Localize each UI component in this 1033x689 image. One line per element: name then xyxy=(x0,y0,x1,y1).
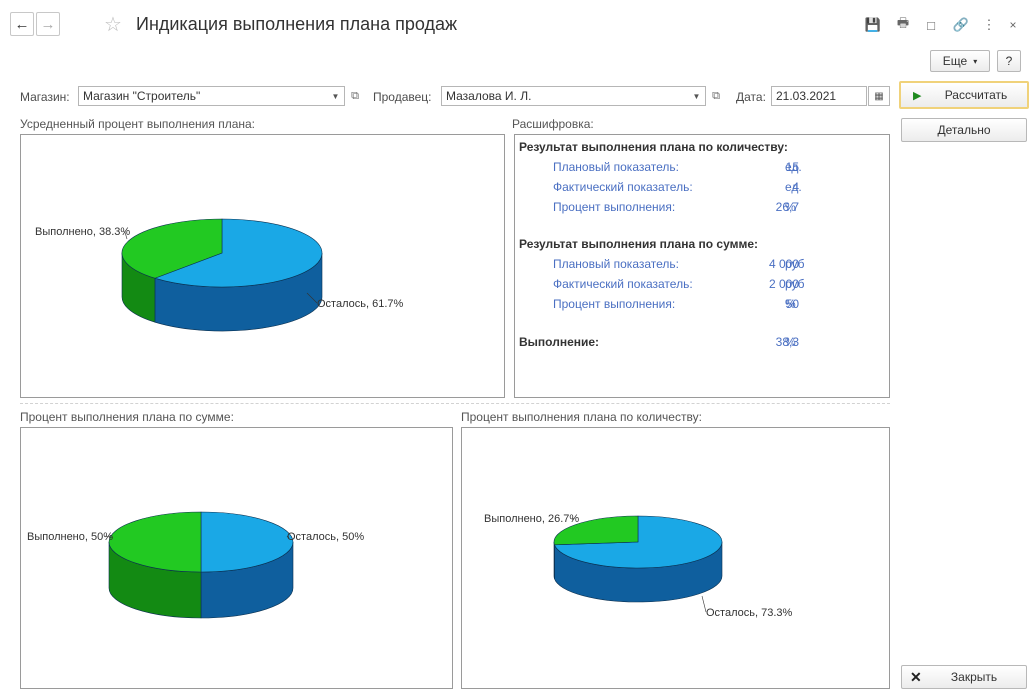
slice-label: Осталось, 73.3% xyxy=(706,607,793,619)
close-button[interactable]: ✕ Закрыть xyxy=(901,665,1027,689)
seller-label: Продавец: xyxy=(373,90,432,104)
close-icon[interactable]: × xyxy=(1004,16,1022,34)
close-label: Закрыть xyxy=(950,670,998,684)
shop-field[interactable]: Магазин "Строитель" xyxy=(78,86,328,106)
seller-open-icon[interactable]: ⧉ xyxy=(707,86,725,106)
date-label: Дата: xyxy=(736,90,766,104)
row-unit: % xyxy=(785,297,796,311)
sum-panel-label: Процент выполнения плана по сумме: xyxy=(20,410,234,424)
save-icon[interactable]: 💾 xyxy=(864,16,882,34)
shop-value: Магазин "Строитель" xyxy=(83,89,201,103)
row-label: Плановый показатель: xyxy=(553,160,679,174)
row-label: Фактический показатель: xyxy=(553,180,693,194)
date-field[interactable]: 21.03.2021 xyxy=(771,86,867,106)
menu-kebab-icon[interactable]: ⋮ xyxy=(980,16,998,34)
date-value: 21.03.2021 xyxy=(776,89,837,103)
arrow-left-icon: ← xyxy=(14,15,30,33)
calendar-button[interactable]: ▦ xyxy=(868,86,890,106)
row-unit: ед. xyxy=(785,160,802,174)
row-unit: ед. xyxy=(785,180,802,194)
calculate-button[interactable]: ▶ Рассчитать xyxy=(899,81,1029,109)
decode-sum-heading: Результат выполнения плана по сумме: xyxy=(519,237,759,251)
shop-dropdown-button[interactable]: ▼ xyxy=(327,86,345,106)
play-icon: ▶ xyxy=(913,89,922,102)
calculate-label: Рассчитать xyxy=(944,88,1008,102)
decode-total-heading: Выполнение: xyxy=(519,335,600,349)
slice-label: Осталось, 50% xyxy=(287,531,364,543)
qty-panel-label: Процент выполнения плана по количеству: xyxy=(461,410,702,424)
row-label: Плановый показатель: xyxy=(553,257,679,271)
more-label: Еще xyxy=(942,54,968,68)
separator xyxy=(20,403,890,404)
close-x-icon: ✕ xyxy=(910,668,922,685)
print-icon[interactable]: 🖶 xyxy=(894,15,912,34)
more-button[interactable]: Еще ▾ xyxy=(930,50,990,72)
sum-chart-panel: Выполнено, 50% Осталось, 50% xyxy=(20,427,453,689)
calendar-icon: ▦ xyxy=(874,90,884,102)
seller-dropdown-button[interactable]: ▼ xyxy=(688,86,706,106)
row-label: Процент выполнения: xyxy=(553,200,676,214)
favorite-star-icon[interactable]: ☆ xyxy=(104,12,122,37)
decode-qty-heading: Результат выполнения плана по количеству… xyxy=(519,140,788,154)
preview-icon[interactable]: □ xyxy=(922,16,940,34)
total-unit: % xyxy=(785,335,796,349)
row-unit: руб xyxy=(785,277,805,291)
slice-label: Выполнено, 38.3% xyxy=(35,226,130,238)
slice-label: Осталось, 61.7% xyxy=(317,298,404,310)
qty-pie-chart: Выполнено, 26.7% Осталось, 73.3% xyxy=(484,513,793,619)
row-unit: руб xyxy=(785,257,805,271)
seller-field[interactable]: Мазалова И. Л. xyxy=(441,86,689,106)
avg-pie-chart: Выполнено, 38.3% Осталось, 61.7% xyxy=(35,218,404,332)
decode-panel: Результат выполнения плана по количеству… xyxy=(514,134,890,398)
decode-panel-label: Расшифровка: xyxy=(512,117,594,131)
seller-value: Мазалова И. Л. xyxy=(446,89,532,103)
row-label: Процент выполнения: xyxy=(553,297,676,311)
chevron-down-icon: ▼ xyxy=(692,91,701,101)
avg-panel-label: Усредненный процент выполнения плана: xyxy=(20,117,256,131)
chevron-down-icon: ▾ xyxy=(973,56,978,66)
row-label: Фактический показатель: xyxy=(553,277,693,291)
chevron-down-icon: ▼ xyxy=(331,91,340,101)
forward-button[interactable]: → xyxy=(36,12,60,36)
sum-pie-chart: Выполнено, 50% Осталось, 50% xyxy=(27,511,364,619)
back-button[interactable]: ← xyxy=(10,12,34,36)
avg-chart-panel: Выполнено, 38.3% Осталось, 61.7% xyxy=(20,134,505,398)
shop-label: Магазин: xyxy=(20,90,70,104)
help-button[interactable]: ? xyxy=(997,50,1021,72)
arrow-right-icon: → xyxy=(40,15,56,33)
link-icon[interactable]: 🔗 xyxy=(952,16,970,34)
page-title: Индикация выполнения плана продаж xyxy=(136,14,458,34)
slice-label: Выполнено, 50% xyxy=(27,531,113,543)
shop-open-icon[interactable]: ⧉ xyxy=(346,86,364,106)
qty-chart-panel: Выполнено, 26.7% Осталось, 73.3% xyxy=(461,427,890,689)
slice-label: Выполнено, 26.7% xyxy=(484,513,579,525)
row-unit: % xyxy=(785,200,796,214)
details-button[interactable]: Детально xyxy=(901,118,1027,142)
